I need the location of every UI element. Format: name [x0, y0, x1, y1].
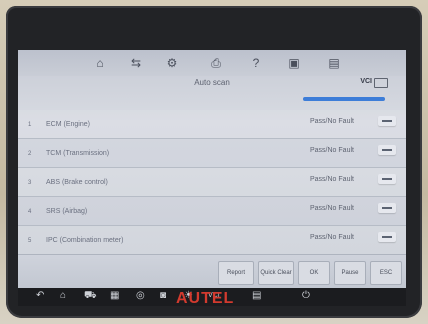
scan-progress-fill [303, 97, 385, 101]
system-detail-button[interactable] [378, 145, 396, 155]
home-icon[interactable]: ⌂ [60, 290, 66, 301]
system-name: ABS (Brake control) [46, 179, 108, 186]
system-detail-button[interactable] [378, 116, 396, 126]
system-number: 5 [28, 238, 32, 244]
brand-logo: AUTEL [176, 290, 235, 307]
scan-progress-bar [303, 97, 385, 101]
apps-icon[interactable]: ▦ [110, 290, 119, 301]
back-icon[interactable]: ↶ [36, 290, 44, 301]
vehicle-swap-icon[interactable]: ⇆ [128, 55, 144, 71]
bottom-bar: Report Quick Clear OK Pause ESC [18, 254, 406, 288]
system-number: 2 [28, 151, 32, 157]
system-name: SRS (Airbag) [46, 208, 88, 215]
quick-clear-button[interactable]: Quick Clear [258, 261, 294, 285]
system-number: 3 [28, 180, 32, 186]
camera-icon[interactable]: ◙ [160, 290, 166, 301]
browser-icon[interactable]: ◎ [136, 290, 145, 301]
system-row[interactable]: 3 ABS (Brake control) Pass/No Fault [18, 168, 406, 197]
title-row: Auto scan VCI [18, 76, 406, 94]
system-row[interactable]: 1 ECM (Engine) Pass/No Fault [18, 110, 406, 139]
system-row[interactable]: 2 TCM (Transmission) Pass/No Fault [18, 139, 406, 168]
esc-button[interactable]: ESC [370, 261, 402, 285]
report-button[interactable]: Report [218, 261, 254, 285]
system-name: TCM (Transmission) [46, 150, 110, 157]
system-detail-button[interactable] [378, 203, 396, 213]
system-status: Pass/No Fault [310, 176, 354, 183]
system-name: ECM (Engine) [46, 121, 90, 128]
help-icon[interactable]: ? [248, 55, 264, 71]
home-icon[interactable]: ⌂ [92, 55, 108, 71]
system-status: Pass/No Fault [310, 147, 354, 154]
system-number: 1 [28, 122, 32, 128]
data-icon[interactable]: ▤ [326, 55, 342, 71]
system-status: Pass/No Fault [310, 205, 354, 212]
system-status: Pass/No Fault [310, 234, 354, 241]
save-icon[interactable]: ▣ [286, 55, 302, 71]
system-detail-button[interactable] [378, 232, 396, 242]
system-row[interactable]: 5 IPC (Combination meter) Pass/No Fault [18, 226, 406, 255]
system-row[interactable]: 4 SRS (Airbag) Pass/No Fault [18, 197, 406, 226]
system-number: 4 [28, 209, 32, 215]
system-list: 1 ECM (Engine) Pass/No Fault 2 TCM (Transmis… [18, 110, 406, 255]
vci-indicator: VCI [360, 78, 372, 85]
scan-progress-row [18, 94, 406, 108]
pause-button[interactable]: Pause [334, 261, 366, 285]
system-detail-button[interactable] [378, 174, 396, 184]
page-title: Auto scan [194, 78, 230, 87]
top-toolbar: ⌂ ⇆ ⚙ ⎙ ? ▣ ▤ [18, 50, 406, 76]
settings-icon[interactable]: ⚙ [164, 55, 180, 71]
power-icon[interactable]: ⏻ [302, 290, 310, 301]
print-icon[interactable]: ⎙ [208, 55, 224, 71]
battery-icon [374, 78, 388, 88]
tablet-device: ⌂ ⇆ ⚙ ⎙ ? ▣ ▤ Auto scan VCI 1 ECM (Engine… [6, 6, 422, 318]
car-icon[interactable]: ⛟ [84, 290, 97, 303]
screen: ⌂ ⇆ ⚙ ⎙ ? ▣ ▤ Auto scan VCI 1 ECM (Engine… [18, 50, 406, 288]
shop-icon[interactable]: ▤ [252, 290, 261, 301]
system-name: IPC (Combination meter) [46, 237, 124, 244]
ok-button[interactable]: OK [298, 261, 330, 285]
system-status: Pass/No Fault [310, 118, 354, 125]
